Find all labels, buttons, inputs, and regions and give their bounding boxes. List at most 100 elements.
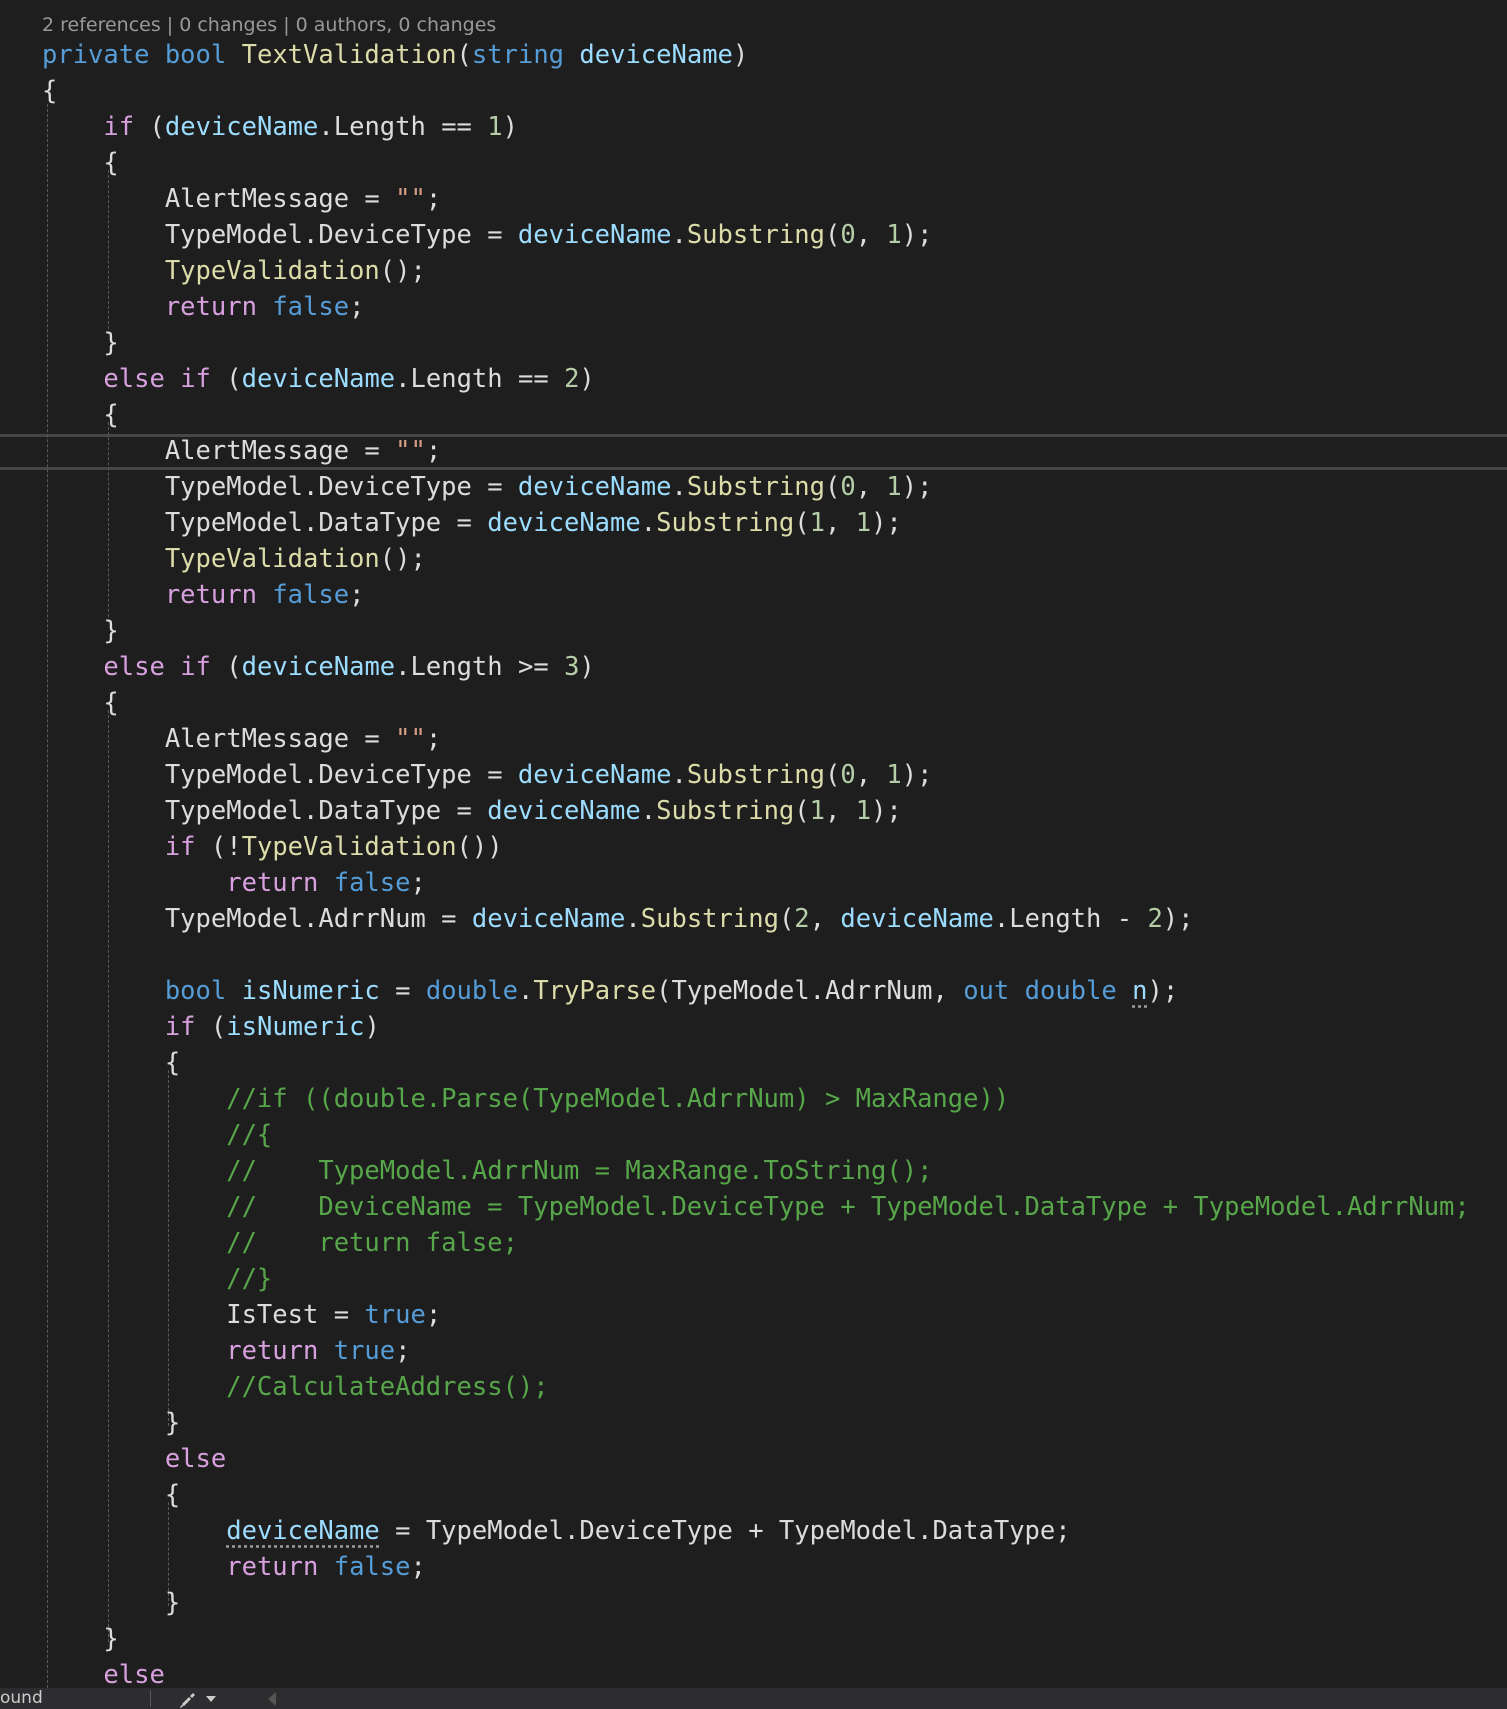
code-line[interactable]: else if (deviceName.Length >= 3) bbox=[42, 649, 594, 685]
code-token: ; bbox=[349, 580, 365, 610]
code-line[interactable]: if (!TypeValidation()) bbox=[42, 829, 503, 865]
code-line[interactable]: } bbox=[42, 325, 118, 361]
code-line[interactable]: // TypeModel.AdrrNum = MaxRange.ToString… bbox=[42, 1153, 932, 1189]
code-line[interactable]: { bbox=[42, 397, 118, 433]
code-line[interactable]: AlertMessage = ""; bbox=[42, 181, 441, 217]
code-token: IsTest = bbox=[42, 1300, 365, 1330]
code-token: ( bbox=[134, 112, 165, 142]
code-editor[interactable]: 2 references | 0 changes | 0 authors, 0 … bbox=[0, 0, 1507, 1688]
code-line[interactable]: bool isNumeric = double.TryParse(TypeMod… bbox=[42, 973, 1178, 1009]
code-token: double bbox=[425, 976, 518, 1006]
code-line[interactable]: else bbox=[42, 1441, 226, 1477]
dropdown-arrow-icon[interactable] bbox=[206, 1696, 216, 1702]
code-line[interactable]: { bbox=[42, 1477, 180, 1513]
code-token: ) bbox=[364, 1012, 380, 1042]
code-token: ( bbox=[778, 904, 795, 934]
code-token: TypeValidation bbox=[164, 256, 380, 286]
code-line[interactable]: AlertMessage = ""; bbox=[42, 433, 441, 469]
code-line[interactable]: return false; bbox=[42, 289, 365, 325]
code-line[interactable]: { bbox=[42, 145, 119, 181]
code-token: { bbox=[42, 76, 58, 106]
scroll-left-icon[interactable] bbox=[268, 1692, 276, 1706]
code-token: false bbox=[272, 580, 350, 610]
code-line[interactable]: else bbox=[42, 1657, 165, 1688]
code-token: if bbox=[103, 112, 135, 142]
code-line[interactable]: if (isNumeric) bbox=[42, 1009, 380, 1045]
code-token: else bbox=[103, 1660, 165, 1688]
code-line[interactable]: else if (deviceName.Length == 2) bbox=[42, 361, 594, 397]
code-line[interactable]: return true; bbox=[42, 1333, 410, 1369]
code-token: , bbox=[825, 796, 856, 826]
code-line[interactable]: // DeviceName = TypeModel.DeviceType + T… bbox=[42, 1189, 1470, 1225]
code-line[interactable]: TypeModel.DataType = deviceName.Substrin… bbox=[42, 505, 902, 541]
code-line[interactable]: } bbox=[42, 1405, 180, 1441]
code-token: (! bbox=[195, 832, 242, 862]
brush-icon[interactable] bbox=[178, 1689, 198, 1709]
code-token: TypeValidation bbox=[164, 544, 380, 574]
code-token: } bbox=[42, 616, 119, 646]
code-line[interactable]: //if ((double.Parse(TypeModel.AdrrNum) >… bbox=[42, 1081, 1009, 1117]
code-line[interactable]: deviceName = TypeModel.DeviceType + Type… bbox=[42, 1513, 1071, 1549]
code-line[interactable]: TypeModel.DataType = deviceName.Substrin… bbox=[42, 793, 902, 829]
code-token: isNumeric bbox=[226, 1012, 365, 1042]
code-line[interactable]: // return false; bbox=[42, 1225, 518, 1261]
code-token: , bbox=[855, 220, 887, 250]
code-line[interactable]: return false; bbox=[42, 865, 426, 901]
code-token: if bbox=[164, 1012, 196, 1042]
code-token: . bbox=[640, 508, 657, 538]
code-line[interactable]: TypeModel.AdrrNum = deviceName.Substring… bbox=[42, 901, 1194, 937]
code-line[interactable]: { bbox=[42, 685, 118, 721]
code-line[interactable]: //} bbox=[42, 1261, 272, 1297]
code-line[interactable]: { bbox=[42, 1045, 180, 1081]
code-line[interactable]: } bbox=[42, 1621, 118, 1657]
code-line[interactable]: return false; bbox=[42, 1549, 426, 1585]
code-line[interactable]: IsTest = true; bbox=[42, 1297, 441, 1333]
code-token: ; bbox=[425, 436, 442, 466]
code-line[interactable]: } bbox=[42, 613, 119, 649]
code-token: , bbox=[855, 472, 887, 502]
code-line[interactable]: if (deviceName.Length == 1) bbox=[42, 109, 518, 145]
code-token: else bbox=[103, 364, 165, 394]
code-token: 1 bbox=[886, 760, 902, 790]
code-token: { bbox=[42, 148, 119, 178]
code-token: private bbox=[42, 40, 150, 70]
code-line[interactable]: } bbox=[42, 1585, 180, 1621]
code-token: = TypeModel.DeviceType + TypeModel.DataT… bbox=[379, 1516, 1071, 1546]
code-token: deviceName bbox=[164, 112, 319, 142]
code-line[interactable]: //CalculateAddress(); bbox=[42, 1369, 549, 1405]
code-token: . bbox=[625, 904, 641, 934]
code-line[interactable]: AlertMessage = ""; bbox=[42, 721, 441, 757]
code-token: deviceName bbox=[517, 760, 672, 790]
code-token: deviceName bbox=[487, 796, 641, 826]
codelens-references[interactable]: 2 references | 0 changes | 0 authors, 0 … bbox=[42, 10, 496, 40]
code-token: bool bbox=[164, 40, 227, 70]
code-line[interactable]: { bbox=[42, 73, 57, 109]
code-line[interactable]: TypeModel.DeviceType = deviceName.Substr… bbox=[42, 469, 933, 505]
code-line[interactable]: TypeModel.DeviceType = deviceName.Substr… bbox=[42, 757, 933, 793]
code-token: // return false; bbox=[42, 1228, 518, 1258]
code-token: TextValidation bbox=[241, 40, 457, 70]
code-token: ; bbox=[425, 184, 442, 214]
code-line[interactable]: return false; bbox=[42, 577, 365, 613]
code-line[interactable]: //{ bbox=[42, 1117, 272, 1153]
code-token: .Length == bbox=[395, 364, 565, 394]
code-line[interactable]: private bool TextValidation(string devic… bbox=[42, 37, 748, 73]
code-line[interactable]: TypeModel.DeviceType = deviceName.Substr… bbox=[42, 217, 933, 253]
code-token: //CalculateAddress(); bbox=[42, 1372, 549, 1402]
code-line[interactable]: TypeValidation(); bbox=[42, 541, 426, 577]
code-token: deviceName bbox=[579, 40, 733, 70]
code-token: deviceName bbox=[241, 364, 396, 394]
code-token: (TypeModel.AdrrNum, bbox=[656, 976, 964, 1006]
code-token: //{ bbox=[42, 1120, 273, 1150]
code-line[interactable]: TypeValidation(); bbox=[42, 253, 426, 289]
code-token: 1 bbox=[886, 472, 902, 502]
